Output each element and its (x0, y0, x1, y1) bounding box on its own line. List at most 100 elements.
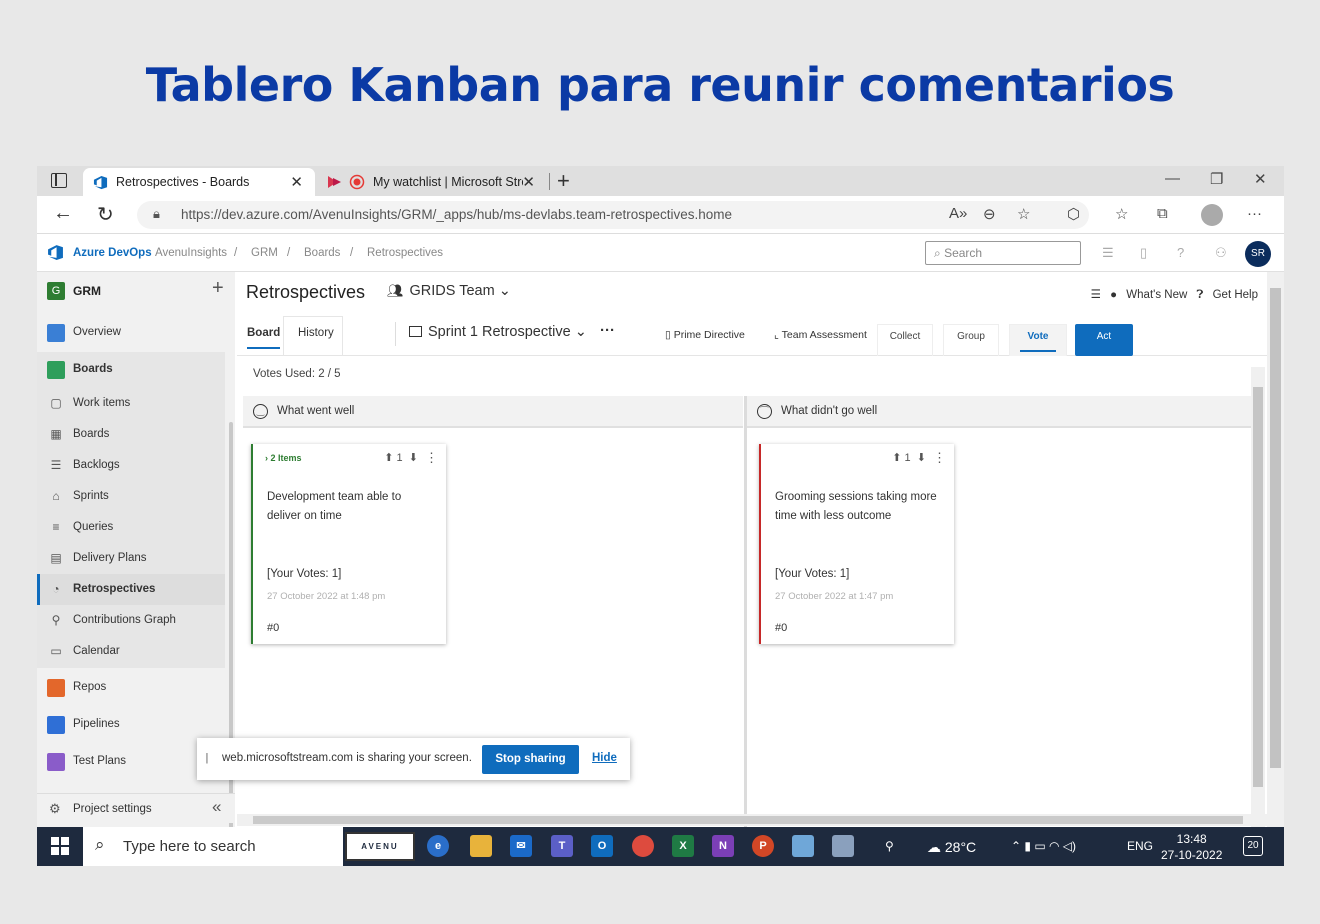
favorite-add-icon[interactable]: ☆ (1017, 205, 1030, 223)
collapse-sidebar-icon[interactable]: « (212, 797, 221, 817)
powerpoint-icon[interactable]: P (752, 835, 774, 857)
onenote-icon[interactable]: N (712, 835, 734, 857)
tab-watchlist[interactable]: My watchlist | Microsoft Stre ✕ (319, 168, 547, 196)
stage-act[interactable]: Act (1075, 324, 1133, 356)
weather-icon[interactable]: ☁︎ 28°C (927, 839, 976, 856)
help-icon[interactable]: ? (1177, 245, 1184, 260)
scroll-thumb[interactable] (253, 816, 1243, 824)
breadcrumb-org[interactable]: AvenuInsights (155, 247, 227, 259)
sprint-selector[interactable]: Sprint 1 Retrospective ⌄ (409, 324, 587, 340)
scroll-thumb[interactable] (1253, 387, 1263, 787)
feedback-card[interactable]: › 2 Items ⬆︎ 1 ⬇︎ ⋮ Development team abl… (251, 444, 446, 644)
clock[interactable]: 13:48 27-10-2022 (1161, 831, 1222, 863)
restore-icon[interactable]: ❐ (1210, 170, 1223, 188)
collections-icon[interactable]: ⧉ (1157, 205, 1168, 222)
card-menu-icon[interactable]: ⋮ (933, 450, 946, 466)
language-indicator[interactable]: ENG (1127, 839, 1153, 853)
azure-devops-logo-icon[interactable] (47, 244, 64, 261)
work-items-icon[interactable]: ☰ (1102, 245, 1114, 261)
new-item-icon[interactable]: + (212, 277, 224, 300)
sidebar-item-calendar[interactable]: ▭ Calendar (37, 636, 225, 667)
file-explorer-icon[interactable] (470, 835, 492, 857)
avenu-logo[interactable]: AVENU (345, 832, 415, 861)
upvote-icon[interactable]: ⬆︎ (384, 452, 393, 464)
taskbar-search[interactable]: ⌕ Type here to search (83, 827, 343, 866)
get-help-link[interactable]: ❓︎ Get Help (1197, 289, 1259, 301)
tab-history[interactable]: History (298, 327, 334, 339)
project-settings[interactable]: ⚙ Project settings « (37, 793, 235, 823)
notifications-icon[interactable]: 20 (1243, 836, 1263, 856)
team-selector[interactable]: 👥︎ GRIDS Team ⌄ (387, 283, 511, 299)
profile-avatar[interactable] (1201, 204, 1223, 226)
sidebar-item-work-items[interactable]: ▢ Work items (37, 388, 225, 419)
new-tab-icon[interactable]: + (557, 168, 570, 194)
excel-icon[interactable]: X (672, 835, 694, 857)
sidebar-item-delivery-plans[interactable]: ▤ Delivery Plans (37, 543, 225, 574)
more-options-icon[interactable]: ··· (600, 322, 615, 339)
zoom-icon[interactable]: ⊖ (983, 205, 996, 223)
hide-link[interactable]: Hide (592, 752, 617, 764)
scroll-thumb[interactable] (1270, 288, 1281, 768)
menu-icon[interactable]: ☰ (1091, 289, 1101, 301)
card-menu-icon[interactable]: ⋮ (425, 450, 438, 466)
board-vertical-scrollbar[interactable] (1251, 367, 1265, 827)
favorites-icon[interactable]: ☆ (1115, 205, 1128, 223)
back-icon[interactable]: ← (53, 202, 73, 225)
edge-icon[interactable]: e (427, 835, 449, 857)
tray-icons[interactable]: ⌃ ▮ ▭ ◠ ◁) (1011, 839, 1076, 853)
sidebar-item-overview[interactable]: Overview (37, 317, 225, 348)
group-toggle[interactable]: › 2 Items (265, 453, 302, 463)
chrome-icon[interactable] (632, 835, 654, 857)
sidebar-item-boards-sub[interactable]: ▦ Boards (37, 419, 225, 450)
page-scrollbar[interactable] (1267, 272, 1284, 827)
search-input[interactable]: ⌕ Search (925, 241, 1081, 265)
project-header[interactable]: G GRM + (37, 272, 235, 310)
sidebar-item-backlogs[interactable]: ☰ Backlogs (37, 450, 225, 481)
feedback-card[interactable]: ⬆︎ 1 ⬇︎ ⋮ Grooming sessions taking more … (759, 444, 954, 644)
sidebar-item-sprints[interactable]: ⌂ Sprints (37, 481, 225, 512)
close-tab-icon[interactable]: ✕ (522, 173, 535, 191)
breadcrumb-boards[interactable]: Boards (304, 247, 340, 259)
sidebar-item-repos[interactable]: Repos (37, 672, 225, 703)
teams-icon[interactable]: T (551, 835, 573, 857)
windows-start-icon[interactable] (51, 837, 69, 855)
user-avatar[interactable]: SR (1245, 241, 1271, 267)
stage-collect[interactable]: Collect (877, 324, 933, 356)
downvote-icon[interactable]: ⬇︎ (917, 452, 926, 464)
stage-group[interactable]: Group (943, 324, 999, 356)
sidebar-item-queries[interactable]: ≡ Queries (37, 512, 225, 543)
outlook-icon[interactable]: O (591, 835, 613, 857)
tab-retrospectives[interactable]: Retrospectives - Boards ✕ (83, 168, 315, 196)
minimize-icon[interactable]: — (1165, 170, 1180, 187)
prime-directive-button[interactable]: ▯ Prime Directive (665, 329, 745, 341)
sidebar-item-boards[interactable]: Boards (37, 354, 225, 385)
stop-sharing-button[interactable]: Stop sharing (482, 745, 579, 774)
tab-board[interactable]: Board (247, 327, 281, 349)
downvote-icon[interactable]: ⬇︎ (409, 452, 418, 464)
close-tab-icon[interactable]: ✕ (290, 173, 303, 191)
workspaces-icon[interactable] (51, 173, 67, 188)
breadcrumb-retrospectives[interactable]: Retrospectives (367, 247, 443, 259)
stage-vote[interactable]: Vote (1009, 324, 1067, 356)
url-field[interactable]: 🔒︎ https://dev.azure.com/AvenuInsights/G… (137, 201, 1089, 229)
read-aloud-icon[interactable]: A» (949, 205, 967, 222)
refresh-icon[interactable]: ↻ (97, 202, 114, 227)
extensions-icon[interactable]: ⬡ (1067, 205, 1080, 223)
team-assessment-button[interactable]: ⌞ Team Assessment (774, 329, 867, 341)
snipping-tool-icon[interactable] (832, 835, 854, 857)
more-menu-icon[interactable]: ··· (1247, 205, 1262, 222)
whats-new-link[interactable]: ● What's New (1110, 289, 1187, 301)
mail-icon[interactable]: ✉ (510, 835, 532, 857)
people-icon[interactable]: ⚲ (885, 839, 894, 853)
upvote-icon[interactable]: ⬆︎ (892, 452, 901, 464)
drag-handle-icon[interactable]: || (205, 752, 208, 764)
breadcrumb-project[interactable]: GRM (251, 247, 278, 259)
sidebar-item-contributions-graph[interactable]: ⚲ Contributions Graph (37, 605, 225, 636)
board-horizontal-scrollbar[interactable] (237, 814, 1267, 826)
brand-link[interactable]: Azure DevOps (73, 247, 152, 259)
sidebar-item-pipelines[interactable]: Pipelines (37, 709, 225, 740)
user-settings-icon[interactable]: ⚇ (1215, 245, 1227, 261)
notes-icon[interactable] (792, 835, 814, 857)
marketplace-icon[interactable]: ▯ (1140, 245, 1147, 261)
close-window-icon[interactable]: ✕ (1254, 170, 1267, 188)
